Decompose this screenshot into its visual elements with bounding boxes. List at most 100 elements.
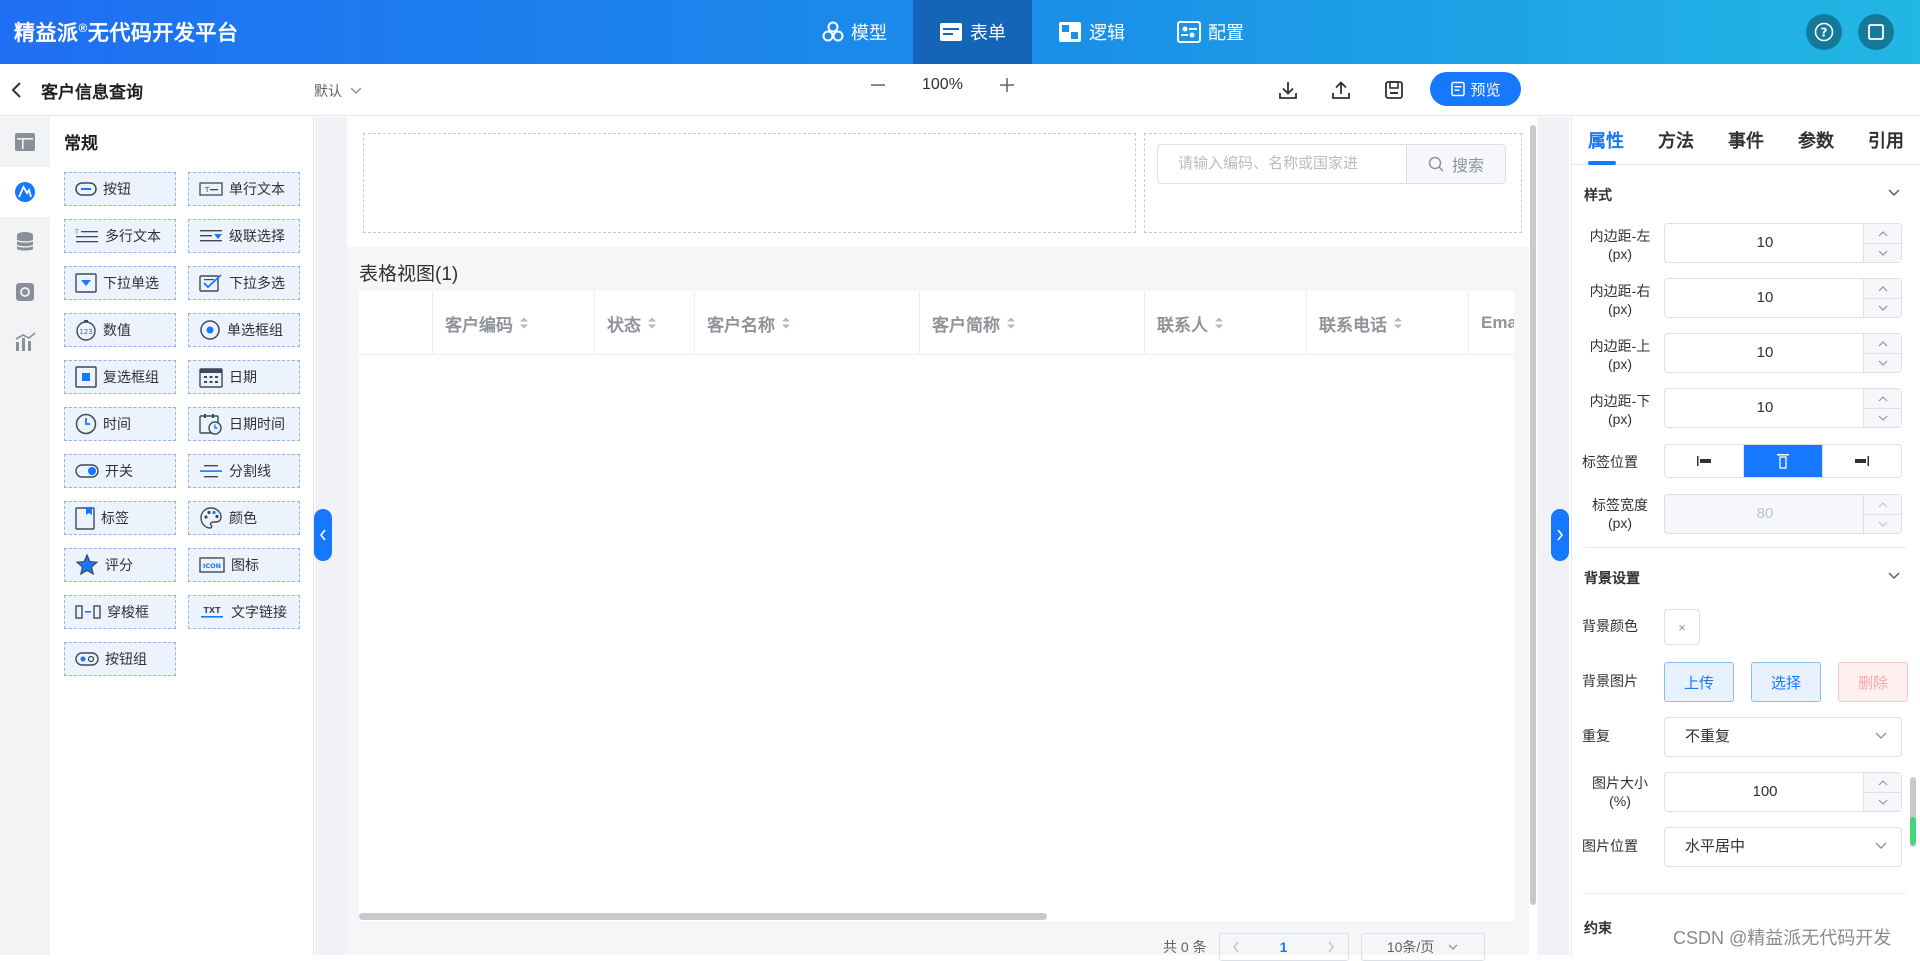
zoom-out-icon[interactable] [870, 77, 886, 93]
help-button[interactable]: ? [1806, 14, 1842, 50]
component-multi-select[interactable]: 下拉多选 [188, 266, 300, 300]
component-tag[interactable]: 标签 [64, 501, 176, 535]
tab-events[interactable]: 事件 [1728, 127, 1764, 153]
tab-methods[interactable]: 方法 [1658, 127, 1694, 153]
rail-layout[interactable] [0, 117, 50, 167]
tab-properties[interactable]: 属性 [1588, 127, 1624, 153]
component-checkbox[interactable]: 复选框组 [64, 360, 176, 394]
tab-references[interactable]: 引用 [1868, 127, 1904, 153]
nav-form[interactable]: 表单 [913, 0, 1032, 64]
decrement-icon[interactable] [1864, 792, 1901, 811]
component-switch[interactable]: 开关 [64, 454, 176, 488]
layout-container-left[interactable] [363, 133, 1136, 233]
rail-analytics[interactable] [0, 317, 50, 367]
bg-color-picker[interactable]: × [1664, 609, 1700, 645]
increment-icon[interactable] [1864, 389, 1901, 408]
preview-button[interactable]: 预览 [1430, 72, 1521, 106]
label-left-button[interactable] [1665, 445, 1744, 477]
total-count: 共 0 条 [1163, 939, 1207, 955]
decrement-icon[interactable] [1864, 353, 1901, 372]
table-horizontal-scrollbar[interactable] [359, 913, 1047, 920]
component-rate[interactable]: 评分 [64, 548, 176, 582]
chevron-down-icon[interactable] [1888, 189, 1900, 197]
upload-image-button[interactable]: 上传 [1664, 662, 1734, 702]
rail-settings[interactable] [0, 267, 50, 317]
increment-icon[interactable] [1864, 773, 1901, 792]
section-constraint-title[interactable]: 约束 [1584, 918, 1612, 938]
rail-components[interactable] [0, 167, 50, 217]
choose-image-button[interactable]: 选择 [1751, 662, 1821, 702]
table-header-cell[interactable]: 客户名称 [695, 291, 920, 355]
table-header-cell[interactable]: 客户简称 [920, 291, 1145, 355]
brand-logo[interactable]: 精益派®无代码开发平台 [14, 17, 238, 47]
rail-data[interactable] [0, 217, 50, 267]
repeat-select[interactable]: 不重复 [1664, 717, 1902, 757]
component-button-group[interactable]: 按钮组 [64, 642, 176, 676]
nav-config[interactable]: 配置 [1151, 0, 1270, 64]
component-number[interactable]: 123 数值 [64, 313, 176, 347]
table-header-cell[interactable]: 状态 [595, 291, 695, 355]
fullscreen-button[interactable] [1858, 14, 1894, 50]
component-color[interactable]: 颜色 [188, 501, 300, 535]
download-button[interactable] [1278, 80, 1298, 103]
image-size-input[interactable]: 100 [1664, 772, 1902, 812]
increment-icon[interactable] [1864, 279, 1901, 298]
canvas-vertical-scrollbar[interactable] [1530, 125, 1536, 905]
save-button[interactable] [1384, 80, 1404, 103]
back-button[interactable] [10, 81, 24, 102]
increment-icon[interactable] [1864, 334, 1901, 353]
zoom-in-icon[interactable] [999, 77, 1015, 93]
padding-bottom-input[interactable]: 10 [1664, 388, 1902, 428]
table-header-cell[interactable]: 联系电话 [1307, 291, 1469, 355]
collapse-right-panel-button[interactable] [1551, 509, 1569, 561]
table-header-cell[interactable]: 客户编码 [433, 291, 595, 355]
view-select[interactable]: 默认 [314, 81, 362, 101]
help-icon: ? [1814, 22, 1834, 42]
label-width-input[interactable]: 80 [1664, 494, 1902, 534]
component-icon[interactable]: ICON 图标 [188, 548, 300, 582]
image-position-select[interactable]: 水平居中 [1664, 827, 1902, 867]
layout-container-right[interactable]: 请输入编码、名称或国家进 搜索 [1144, 133, 1522, 233]
table-header-select[interactable] [359, 291, 433, 355]
component-text-link[interactable]: TXT 文字链接 [188, 595, 300, 629]
collapse-left-panel-button[interactable] [314, 509, 332, 561]
search-button[interactable]: 搜索 [1406, 144, 1506, 184]
prev-page-icon[interactable] [1232, 941, 1240, 953]
component-date[interactable]: 日期 [188, 360, 300, 394]
component-divider[interactable]: 分割线 [188, 454, 300, 488]
label-right-button[interactable] [1823, 445, 1901, 477]
component-cascader[interactable]: 级联选择 [188, 219, 300, 253]
component-radio[interactable]: 单选框组 [188, 313, 300, 347]
increment-icon[interactable] [1864, 224, 1901, 243]
section-style-title[interactable]: 样式 [1584, 185, 1612, 205]
current-page[interactable]: 1 [1280, 939, 1288, 955]
chevron-down-icon[interactable] [1888, 572, 1900, 580]
sort-icon [647, 316, 657, 330]
label-top-button[interactable] [1744, 445, 1823, 477]
delete-image-button[interactable]: 删除 [1838, 662, 1908, 702]
nav-model[interactable]: 模型 [796, 0, 913, 64]
decrement-icon[interactable] [1864, 298, 1901, 317]
next-page-icon[interactable] [1327, 941, 1335, 953]
decrement-icon[interactable] [1864, 408, 1901, 427]
component-select[interactable]: 下拉单选 [64, 266, 176, 300]
tab-params[interactable]: 参数 [1798, 127, 1834, 153]
component-textarea[interactable]: T 多行文本 [64, 219, 176, 253]
padding-right-input[interactable]: 10 [1664, 278, 1902, 318]
component-button[interactable]: 按钮 [64, 172, 176, 206]
component-transfer[interactable]: 穿梭框 [64, 595, 176, 629]
padding-top-input[interactable]: 10 [1664, 333, 1902, 373]
component-text-input[interactable]: T 单行文本 [188, 172, 300, 206]
design-canvas-area: 请输入编码、名称或国家进 搜索 表格视图(1) 客户编码 状态 客户名称 客户简… [315, 117, 1569, 961]
table-header-cell[interactable]: 联系人 [1145, 291, 1307, 355]
upload-button[interactable] [1331, 80, 1351, 103]
component-time[interactable]: 时间 [64, 407, 176, 441]
padding-left-input[interactable]: 10 [1664, 223, 1902, 263]
section-background-title[interactable]: 背景设置 [1584, 568, 1640, 588]
search-input[interactable]: 请输入编码、名称或国家进 [1157, 144, 1407, 184]
component-datetime[interactable]: 日期时间 [188, 407, 300, 441]
page-size-select[interactable]: 10条/页 [1360, 933, 1485, 961]
table-header-cell[interactable]: Ema [1469, 291, 1514, 355]
nav-logic[interactable]: 逻辑 [1032, 0, 1151, 64]
decrement-icon[interactable] [1864, 243, 1901, 262]
